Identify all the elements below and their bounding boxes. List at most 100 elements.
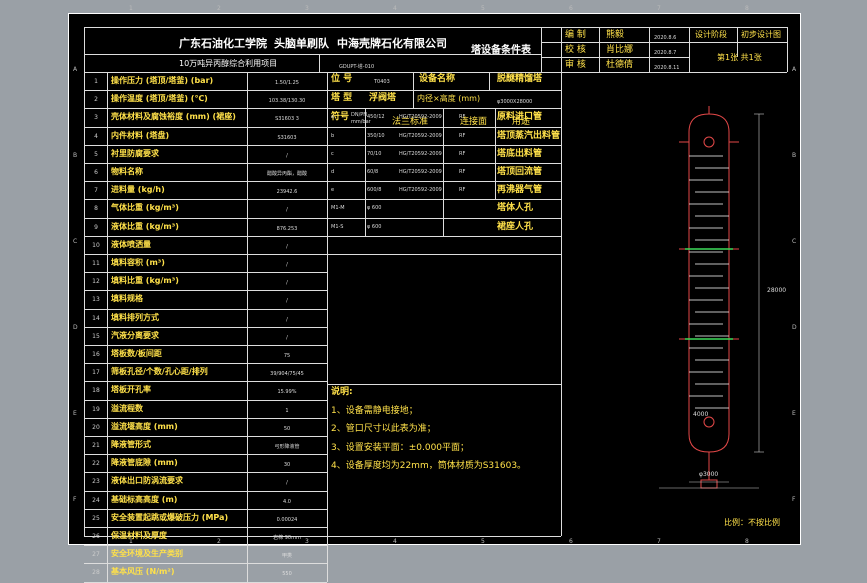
checked-date: 2020.8.7: [654, 50, 677, 56]
param-name: 物料名称: [111, 167, 143, 176]
checked-name: 肖比娜: [606, 45, 634, 55]
tower-outline: [688, 106, 730, 489]
zone-col-label: 3: [305, 5, 309, 12]
zone-col-label: 7: [657, 5, 661, 12]
stage-value: 初步设计图: [741, 30, 781, 39]
param-value: 50: [283, 425, 291, 432]
equipment-name-label: 设备名称: [419, 74, 456, 84]
nozzle-dn: φ 600: [367, 223, 382, 230]
nozzle-use: 裙座人孔: [497, 221, 534, 232]
param-number: 8: [94, 205, 98, 213]
note-item: 1、设备需静电接地；: [331, 406, 418, 416]
notes-title: 说明:: [331, 387, 353, 397]
approved-name: 杜德倩: [606, 60, 634, 70]
nozzle-use: 塔体人孔: [497, 203, 534, 214]
param-value: 550: [282, 571, 292, 578]
param-value: /: [286, 207, 288, 214]
org-name-1: 广东石油化工学院: [179, 37, 267, 50]
nozzle-dn: 70/10: [367, 150, 382, 157]
nozzle-use: 塔顶回流管: [497, 167, 543, 177]
param-name: 汽液分离要求: [111, 330, 159, 340]
param-number: 22: [92, 460, 100, 468]
param-name: 操作压力 (塔顶/塔釜) (bar): [111, 76, 214, 85]
zone-row-label: D: [792, 324, 797, 331]
zone-col-label: 4: [393, 538, 397, 545]
zone-row-label: A: [792, 66, 797, 73]
org-name-2: 头脑单刷队: [274, 37, 329, 50]
checked-label: 校 核: [565, 45, 586, 55]
zone-row-label: A: [73, 66, 78, 73]
param-number: 6: [94, 169, 98, 176]
param-value: /: [286, 334, 288, 341]
param-name: 塔板开孔率: [111, 385, 151, 395]
zone-row-label: C: [792, 238, 797, 245]
param-value: /: [286, 298, 288, 305]
sheet-info: 第1张 共1张: [717, 53, 762, 62]
diameter-dim: φ3000: [699, 471, 718, 478]
nozzle-dn: 600/8: [367, 187, 382, 194]
param-number: 17: [92, 369, 100, 377]
nozzle-dn: 60/8: [367, 169, 379, 175]
zone-col-label: 8: [745, 5, 749, 12]
param-number: 26: [92, 533, 100, 540]
param-name: 安全环境及生产类别: [111, 549, 183, 559]
param-value: 103.38/130.30: [268, 98, 306, 105]
prepared-label: 编 制: [565, 30, 586, 40]
zone-row-label: D: [73, 324, 78, 331]
nozzle-face: RF: [459, 132, 466, 139]
diameter-value: φ3000X28000: [497, 99, 533, 105]
zone-col-label: 3: [305, 538, 309, 545]
param-name: 降液管底隙 (mm): [111, 458, 178, 468]
nozzle-symbol: M1-M: [331, 205, 345, 212]
param-number: 14: [92, 314, 100, 322]
param-name: 操作温度 (塔顶/塔釜) (℃): [111, 94, 208, 104]
nozzle-standard: HG/T20592-2009: [399, 169, 442, 175]
zone-row-label: E: [73, 410, 77, 417]
param-value: /: [286, 262, 288, 268]
nozzle-symbol: b: [331, 132, 335, 139]
note-item: 4、设备厚度均为22mm，筒体材质为S31603。: [331, 461, 527, 471]
skirt-dim: 4000: [693, 411, 708, 418]
equipment-name-value: 脱醚精馏塔: [497, 74, 543, 84]
param-value: 39/904/75/45: [270, 371, 304, 378]
param-name: 基础标高高度 (m): [111, 494, 178, 504]
param-value: 醋酸异丙酯，醋酸: [266, 171, 307, 177]
param-name: 内件材料 (塔盘): [111, 130, 170, 140]
param-name: 填料排列方式: [111, 312, 159, 322]
tower-type-label: 塔 型: [331, 93, 353, 103]
nozzle-symbol: M1-S: [331, 223, 344, 230]
param-value: /: [286, 316, 288, 323]
param-name: 保温材料及厚度: [111, 531, 167, 540]
dimension-lines: [689, 113, 764, 483]
drawing-sheet: 广东石油化工学院 头脑单刷队 中海壳牌石化有限公司 10万吨异丙醇综合利用项目 …: [68, 5, 801, 583]
param-value: /: [286, 280, 288, 287]
param-number: 11: [92, 260, 100, 267]
nozzle-face: RF: [459, 150, 466, 157]
param-value: /: [286, 480, 288, 487]
zone-row-label: C: [73, 238, 78, 245]
param-value: 23942.6: [276, 189, 298, 196]
stage-label: 设计阶段: [695, 30, 727, 39]
prepared-date: 2020.8.6: [654, 35, 677, 41]
nozzle-standard: HG/T20592-2009: [399, 187, 442, 194]
param-value: 0.00024: [276, 516, 298, 523]
param-number: 20: [92, 423, 100, 431]
param-number: 10: [92, 241, 100, 249]
nozzle-symbol: a: [331, 114, 335, 121]
param-number: 28: [92, 569, 100, 577]
param-name: 液体喷洒量: [111, 239, 151, 249]
param-number: 3: [94, 114, 98, 122]
note-item: 3、设置安装平面：±0.000平面；: [331, 443, 470, 453]
nozzle-use: 塔底出料管: [497, 148, 543, 159]
nozzle-stubs: [679, 136, 739, 428]
nozzle-use: 塔顶蒸汽出料管: [497, 130, 561, 141]
zone-col-label: 6: [569, 538, 573, 545]
param-value: 30: [283, 462, 291, 469]
zone-col-label: 2: [217, 538, 221, 545]
param-number: 18: [92, 387, 100, 395]
param-number: 15: [92, 332, 100, 340]
param-name: 溢流堰高度 (mm): [111, 421, 178, 431]
param-value: 876.253: [276, 225, 298, 232]
param-name: 液体出口防涡流要求: [111, 476, 183, 486]
param-value: 1: [285, 407, 289, 414]
